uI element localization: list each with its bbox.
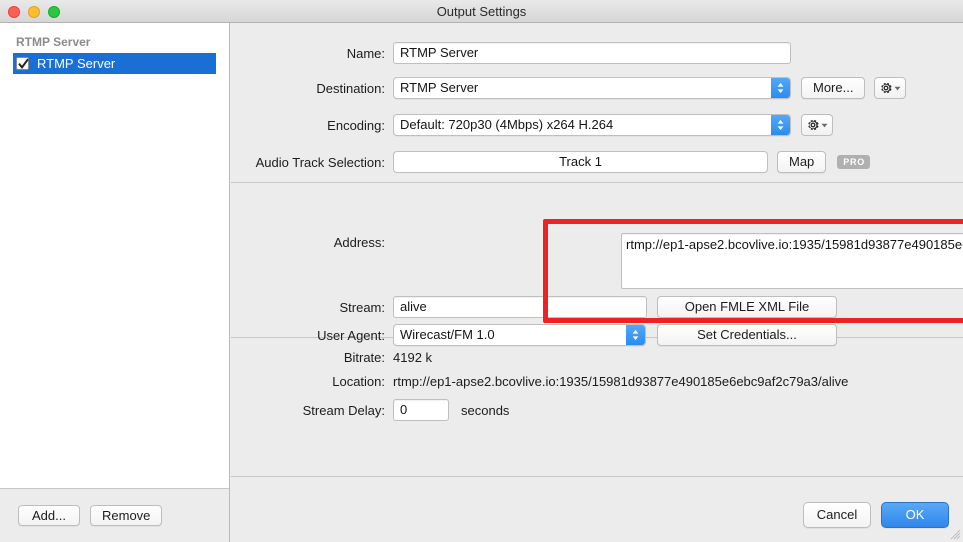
location-label: Location: (332, 374, 385, 389)
chevron-updown-icon (777, 120, 784, 130)
encoding-stepper-icon[interactable] (771, 115, 790, 135)
dialog-footer: Cancel OK (803, 502, 949, 528)
sidebar-item-rtmp-server[interactable]: RTMP Server (13, 53, 216, 74)
address-label: Address: (333, 235, 385, 250)
destination-settings-button[interactable] (874, 77, 907, 99)
stream-input[interactable]: alive (393, 296, 647, 318)
sidebar-footer: Add... Remove (0, 488, 229, 542)
sidebar-item-label: RTMP Server (37, 56, 116, 71)
add-button[interactable]: Add... (18, 505, 80, 526)
chevron-updown-icon (632, 330, 639, 340)
stream-delay-row: Stream Delay: 0 seconds (231, 399, 963, 421)
gear-icon (808, 119, 819, 131)
bitrate-value: 4192 k (393, 350, 433, 365)
section-divider-bottom (231, 476, 963, 477)
output-destinations-list: RTMP Server RTMP Server (0, 23, 229, 488)
destination-stepper-icon[interactable] (771, 78, 790, 98)
stream-delay-units: seconds (461, 402, 510, 418)
bitrate-label: Bitrate: (343, 350, 385, 365)
encoding-row: Encoding: Default: 720p30 (4Mbps) x264 H… (231, 114, 963, 136)
user-agent-row: User Agent: Wirecast/FM 1.0 Set Credenti… (231, 324, 963, 346)
open-fmle-xml-button[interactable]: Open FMLE XML File (657, 296, 837, 318)
output-settings-window: Output Settings RTMP Server RTMP Server … (0, 0, 963, 542)
checkbox-rtmp-server[interactable] (16, 57, 29, 70)
ok-button[interactable]: OK (881, 502, 949, 528)
destination-label: Destination: (316, 80, 385, 96)
audio-track-row: Audio Track Selection: Track 1 Map PRO (231, 151, 963, 173)
stream-label: Stream: (339, 299, 385, 315)
bitrate-row: Bitrate: 4192 k (231, 350, 963, 365)
location-value: rtmp://ep1-apse2.bcovlive.io:1935/15981d… (393, 374, 849, 389)
section-divider-top (231, 182, 963, 183)
stream-delay-label: Stream Delay: (302, 402, 385, 418)
title-bar: Output Settings (0, 0, 963, 23)
destination-value: RTMP Server (400, 80, 479, 95)
destination-select[interactable]: RTMP Server (393, 77, 791, 99)
gear-icon (881, 82, 893, 94)
stream-delay-input[interactable]: 0 (393, 399, 449, 421)
window-title: Output Settings (436, 4, 527, 19)
resize-grip-icon[interactable] (949, 528, 961, 540)
encoding-label: Encoding: (327, 117, 385, 133)
main-panel: Name: RTMP Server Destination: RTMP Serv… (231, 23, 963, 542)
sidebar: RTMP Server RTMP Server Add... Remove (0, 23, 230, 542)
audio-track-label: Audio Track Selection: (255, 154, 385, 170)
more-button[interactable]: More... (801, 77, 866, 99)
user-agent-stepper-icon[interactable] (626, 325, 645, 345)
chevron-updown-icon (777, 83, 784, 93)
destination-row: Destination: RTMP Server More... (231, 77, 963, 99)
set-credentials-button[interactable]: Set Credentials... (657, 324, 837, 346)
pro-badge: PRO (837, 155, 870, 169)
sidebar-group-header: RTMP Server (16, 35, 91, 49)
location-row: Location: rtmp://ep1-apse2.bcovlive.io:1… (231, 374, 963, 389)
user-agent-value: Wirecast/FM 1.0 (400, 327, 495, 342)
user-agent-label: User Agent: (317, 327, 385, 343)
encoding-select[interactable]: Default: 720p30 (4Mbps) x264 H.264 (393, 114, 791, 136)
encoding-settings-button[interactable] (801, 114, 833, 136)
stream-row: Stream: alive Open FMLE XML File (231, 296, 963, 318)
chevron-down-icon (821, 123, 828, 127)
audio-track-select[interactable]: Track 1 (393, 151, 768, 173)
name-label: Name: (346, 45, 385, 61)
remove-button[interactable]: Remove (90, 505, 163, 526)
cancel-button[interactable]: Cancel (803, 502, 871, 528)
address-input[interactable]: rtmp://ep1-apse2.bcovlive.io:1935/15981d… (621, 233, 963, 289)
checkmark-icon (18, 58, 29, 70)
map-button[interactable]: Map (777, 151, 827, 173)
encoding-value: Default: 720p30 (4Mbps) x264 H.264 (400, 117, 614, 132)
name-row: Name: RTMP Server (231, 42, 963, 64)
name-input[interactable]: RTMP Server (393, 42, 791, 64)
chevron-down-icon (894, 86, 901, 90)
user-agent-select[interactable]: Wirecast/FM 1.0 (393, 324, 646, 346)
